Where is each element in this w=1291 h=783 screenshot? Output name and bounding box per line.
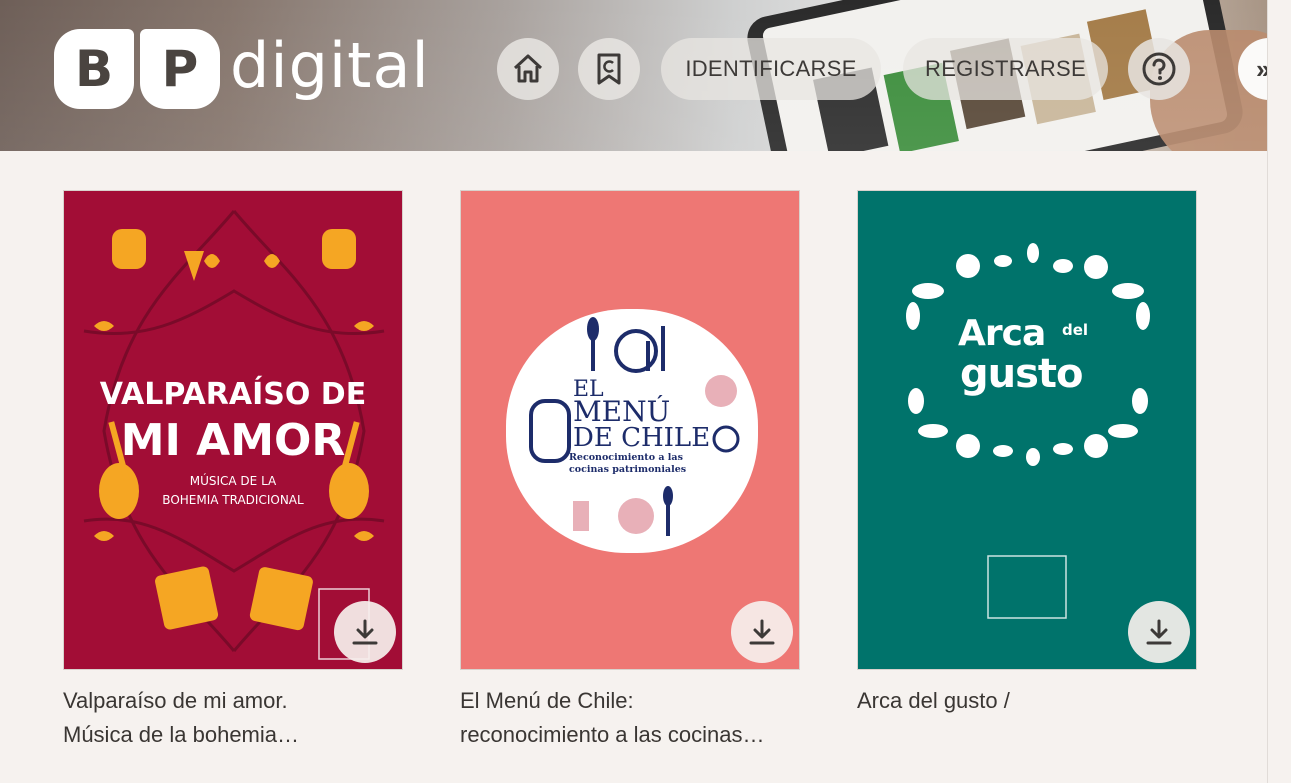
bookmark-icon [597,53,621,85]
book-title[interactable]: Valparaíso de mi amor. Música de la bohe… [63,684,403,752]
cover-title-line1: VALPARAÍSO DE [99,377,367,412]
book-title[interactable]: El Menú de Chile: reconocimiento a las c… [460,684,800,752]
book-title-line1: El Menú de Chile: [460,688,634,713]
book-title-line1: Valparaíso de mi amor. [63,688,288,713]
logo-letter-b: B [54,29,134,109]
login-button[interactable]: IDENTIFICARSE [661,38,881,100]
header-banner: B P digital IDENTIFICARSE REGISTRARSE [0,0,1267,151]
cover-title-arca: Arca [958,313,1046,354]
cover-title-de-chile: DE CHILE [573,423,711,453]
download-icon [352,619,378,645]
book-cover[interactable]: Arca del gusto [857,190,1197,670]
home-button[interactable] [497,38,559,100]
download-button[interactable] [1128,601,1190,663]
book-title-line2: Música de la bohemia… [63,722,300,747]
register-button[interactable]: REGISTRARSE [903,38,1108,100]
book-card[interactable]: VALPARAÍSO DE MI AMOR MÚSICA DE LA BOHEM… [63,190,403,752]
book-cover[interactable]: VALPARAÍSO DE MI AMOR MÚSICA DE LA BOHEM… [63,190,403,670]
download-button[interactable] [334,601,396,663]
book-title-line1: Arca del gusto / [857,688,1010,713]
book-card[interactable]: Arca del gusto Arca del gusto / [857,190,1197,718]
book-card[interactable]: EL MENÚ DE CHILE Reconocimiento a las co… [460,190,800,752]
cover-title-gusto: gusto [960,351,1084,397]
download-icon [749,619,775,645]
cover-subtitle: Reconocimiento a las cocinas patrimonial… [569,452,687,475]
home-icon [513,54,543,83]
download-button[interactable] [731,601,793,663]
logo-word: digital [230,29,430,102]
help-icon [1142,52,1176,86]
logo-letter-p: P [140,29,220,109]
cover-title-line2: MI AMOR [120,415,346,466]
book-cover[interactable]: EL MENÚ DE CHILE Reconocimiento a las co… [460,190,800,670]
catalog-bookmark-button[interactable] [578,38,640,100]
bp-digital-logo[interactable]: B P digital [54,28,430,110]
cover-title-del: del [1062,321,1089,339]
cover-subtitle-line1: MÚSICA DE LA [189,474,277,488]
download-icon [1146,619,1172,645]
book-title[interactable]: Arca del gusto / [857,684,1197,718]
book-title-line2: reconocimiento a las cocinas… [460,722,765,747]
help-button[interactable] [1128,38,1190,100]
cover-seed-ornament [906,243,1150,619]
page-scrollbar[interactable] [1267,0,1291,783]
cover-subtitle-line2: BOHEMIA TRADICIONAL [162,493,304,507]
